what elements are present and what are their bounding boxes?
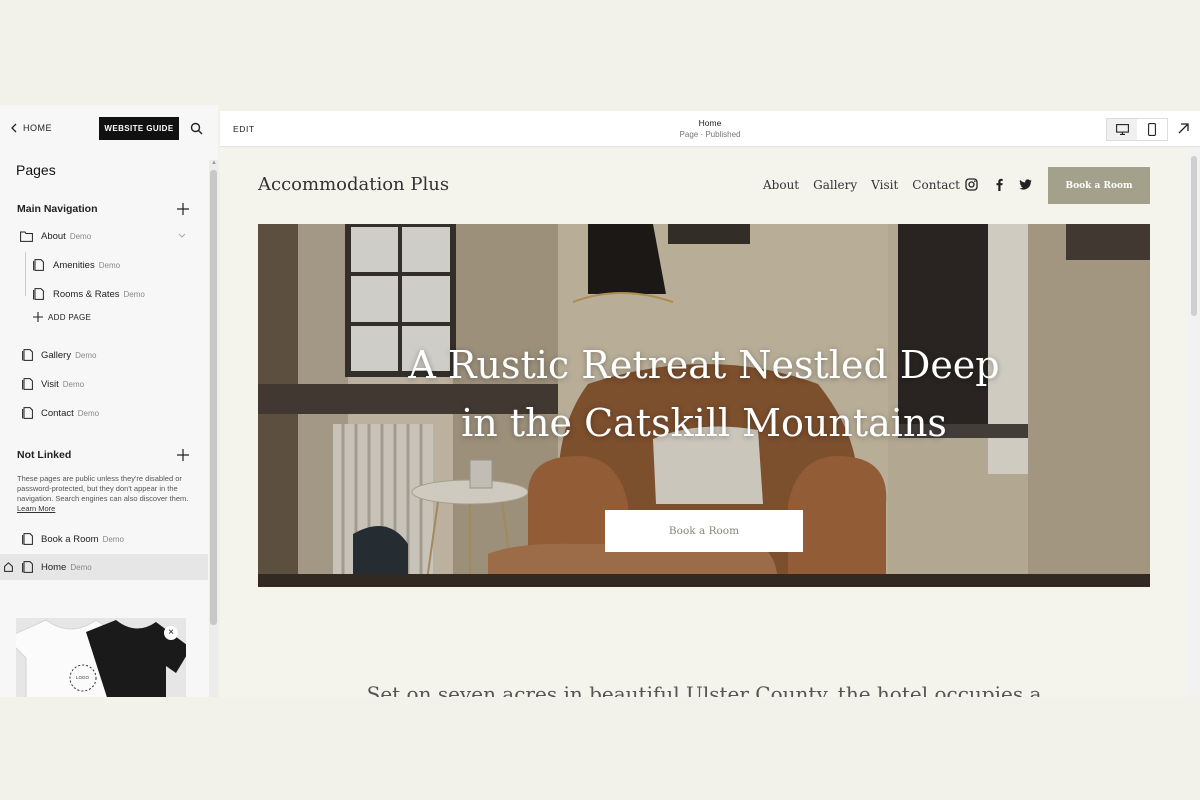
- back-home-button[interactable]: HOME: [10, 123, 52, 133]
- site-title[interactable]: Accommodation Plus: [258, 174, 449, 195]
- demo-tag: Demo: [69, 231, 92, 241]
- search-icon[interactable]: [190, 122, 203, 135]
- current-page-name: Home: [698, 118, 722, 128]
- chevron-down-icon[interactable]: [178, 233, 186, 239]
- sidebar-item-label: Amenities: [53, 259, 95, 271]
- home-icon: [4, 562, 13, 572]
- page-icon: [22, 407, 33, 419]
- sidebar-scroll-thumb[interactable]: [210, 170, 217, 625]
- page-icon: [33, 259, 44, 271]
- sidebar-item-label: Gallery: [41, 349, 72, 361]
- sidebar-item-visit[interactable]: Visit Demo: [0, 371, 208, 397]
- page-status: Home Page · Published: [220, 118, 1200, 139]
- folder-icon: [20, 231, 33, 242]
- facebook-icon[interactable]: [993, 178, 1006, 191]
- mobile-view-button[interactable]: [1137, 119, 1167, 140]
- not-linked-note: These pages are public unless they're di…: [17, 474, 197, 514]
- preview-scroll-thumb[interactable]: [1191, 156, 1197, 316]
- hero-section: A Rustic Retreat Nestled Deep in the Cat…: [258, 224, 1150, 587]
- demo-tag: Demo: [77, 408, 100, 418]
- hero-book-room-button[interactable]: Book a Room: [605, 510, 803, 552]
- promo-card[interactable]: LOGO ×: [16, 618, 186, 697]
- page-icon: [22, 349, 33, 361]
- page-icon: [33, 288, 44, 300]
- mobile-icon: [1148, 123, 1156, 136]
- demo-tag: Demo: [102, 534, 124, 544]
- add-page-button[interactable]: ADD PAGE: [33, 312, 91, 322]
- page-icon: [22, 533, 33, 545]
- close-icon[interactable]: ×: [164, 626, 178, 640]
- sidebar-item-label: Visit: [41, 378, 59, 390]
- book-room-nav-button[interactable]: Book a Room: [1048, 167, 1150, 204]
- desktop-icon: [1115, 124, 1129, 135]
- tshirt-mockup-image: [16, 618, 186, 697]
- desktop-view-button[interactable]: [1107, 119, 1137, 140]
- preview-scrollbar[interactable]: [1188, 148, 1200, 697]
- instagram-icon[interactable]: [965, 178, 978, 191]
- nav-link-contact[interactable]: Contact: [912, 178, 960, 192]
- website-guide-button[interactable]: WEBSITE GUIDE: [99, 117, 179, 140]
- sidebar-item-rooms-rates[interactable]: Rooms & Rates Demo: [0, 281, 208, 307]
- not-linked-note-text: These pages are public unless they're di…: [17, 474, 189, 503]
- add-main-nav-plus-icon[interactable]: [177, 203, 189, 215]
- site-preview: Accommodation Plus About Gallery Visit C…: [220, 148, 1188, 697]
- promo-logo-text: LOGO: [76, 675, 90, 680]
- publish-status: Page · Published: [679, 130, 741, 139]
- hero-headline-line-1: A Rustic Retreat Nestled Deep: [408, 343, 1000, 387]
- demo-tag: Demo: [75, 350, 97, 360]
- page-icon: [22, 378, 33, 390]
- chevron-left-icon: [11, 123, 17, 133]
- main-navigation-heading: Main Navigation: [17, 203, 98, 215]
- page-icon: [22, 561, 33, 573]
- plus-icon: [33, 312, 43, 322]
- demo-tag: Demo: [123, 289, 145, 299]
- sidebar-item-about[interactable]: About Demo: [0, 223, 208, 249]
- nav-link-visit[interactable]: Visit: [871, 178, 898, 192]
- twitter-icon[interactable]: [1019, 178, 1032, 191]
- not-linked-heading: Not Linked: [17, 449, 72, 461]
- hero-headline-line-2: in the Catskill Mountains: [461, 401, 947, 445]
- demo-tag: Demo: [70, 562, 92, 572]
- sidebar-item-amenities[interactable]: Amenities Demo: [0, 252, 208, 278]
- sidebar-item-label: Contact: [41, 407, 74, 419]
- add-not-linked-plus-icon[interactable]: [177, 449, 189, 461]
- add-page-label: ADD PAGE: [48, 312, 92, 322]
- intro-paragraph[interactable]: Set on seven acres in beautiful Ulster C…: [220, 682, 1188, 697]
- nav-link-gallery[interactable]: Gallery: [813, 178, 857, 192]
- pages-panel: HOME WEBSITE GUIDE Pages Main Navigation…: [0, 105, 218, 697]
- sidebar-item-home[interactable]: Home Demo: [0, 554, 208, 580]
- site-navigation: About Gallery Visit Contact: [763, 178, 960, 192]
- editor-toolbar: EDIT Home Page · Published: [220, 111, 1200, 147]
- sidebar-item-gallery[interactable]: Gallery Demo: [0, 342, 208, 368]
- device-toggle: [1106, 118, 1168, 141]
- sidebar-item-label: Home: [41, 561, 67, 573]
- back-home-label: HOME: [23, 123, 52, 133]
- nav-link-about[interactable]: About: [763, 178, 799, 192]
- panel-header: HOME WEBSITE GUIDE: [0, 105, 218, 151]
- scroll-up-arrow-icon[interactable]: ▲: [211, 160, 217, 166]
- sidebar-item-book-a-room[interactable]: Book a Room Demo: [0, 526, 208, 552]
- learn-more-link[interactable]: Learn More: [17, 504, 55, 513]
- sidebar-item-contact[interactable]: Contact Demo: [0, 400, 208, 426]
- panel-title: Pages: [16, 162, 56, 178]
- demo-tag: Demo: [98, 260, 121, 270]
- hero-headline[interactable]: A Rustic Retreat Nestled Deep in the Cat…: [258, 336, 1150, 452]
- sidebar-scrollbar[interactable]: ▲: [209, 160, 218, 697]
- sidebar-item-label: Rooms & Rates: [53, 288, 120, 300]
- sidebar-item-label: About: [41, 230, 66, 242]
- demo-tag: Demo: [62, 379, 85, 389]
- expand-arrow-icon[interactable]: [1177, 122, 1190, 135]
- sidebar-item-label: Book a Room: [41, 533, 99, 545]
